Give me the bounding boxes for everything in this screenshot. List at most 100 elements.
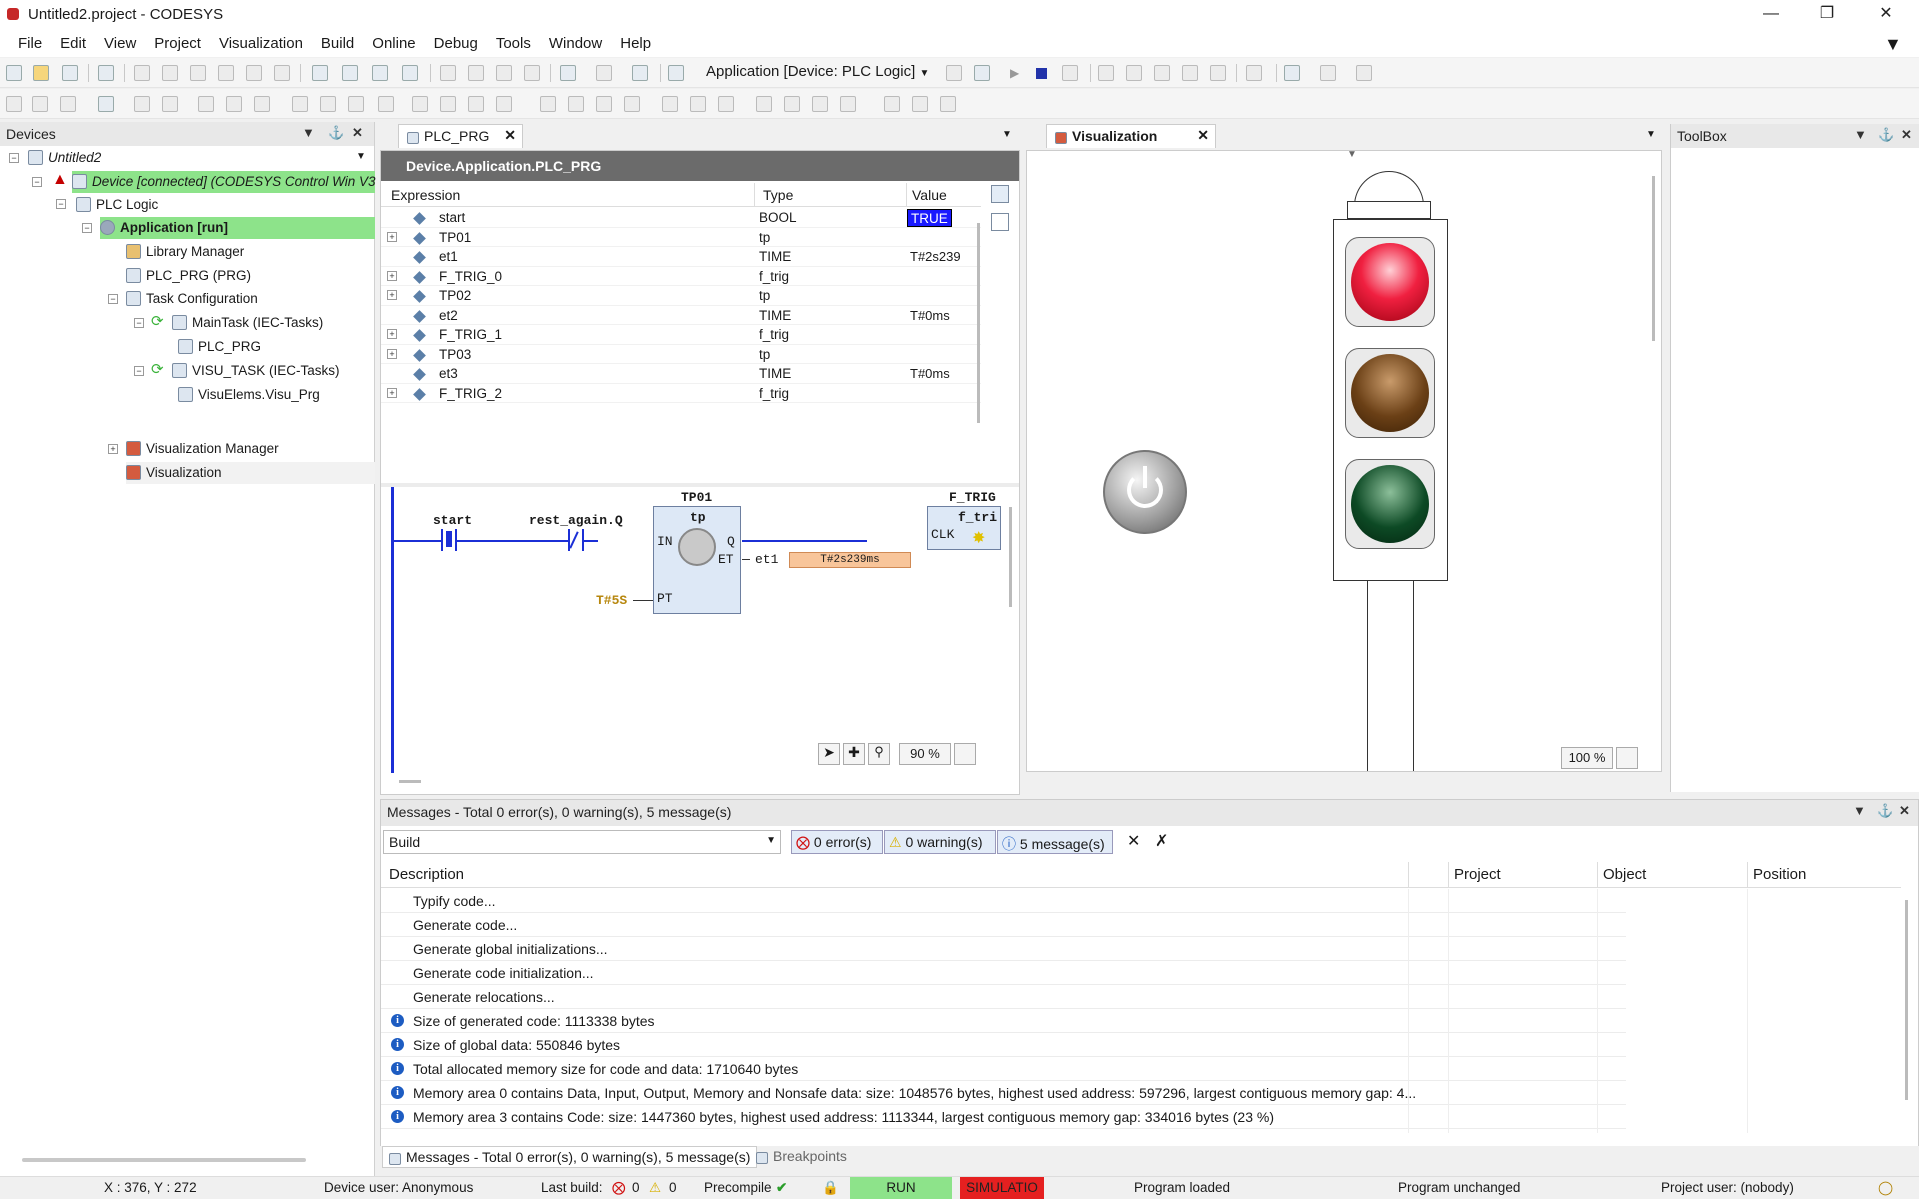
step-into-icon[interactable] (1126, 65, 1142, 81)
watch-row[interactable]: + TP03 tp (381, 345, 981, 364)
replace-in-project-icon[interactable] (402, 65, 418, 81)
message-row[interactable]: i Size of global data: 550846 bytes (381, 1033, 1748, 1057)
bookmark-next-icon[interactable] (468, 65, 484, 81)
filter-icon[interactable]: ▼ (1884, 34, 1902, 55)
collapse-icon[interactable]: − (134, 366, 144, 376)
new-file-icon[interactable] (6, 65, 22, 81)
distribute-v3-icon[interactable] (596, 96, 612, 112)
tab-plc-prg[interactable]: PLC_PRG ✕ (398, 124, 523, 148)
replace-icon[interactable] (342, 65, 358, 81)
panel-dropdown-icon[interactable]: ▼ (1853, 803, 1866, 818)
multicycle-icon[interactable] (1356, 65, 1372, 81)
visu-ungroup-icon[interactable] (162, 96, 178, 112)
to-front-icon[interactable] (756, 96, 772, 112)
panel-dropdown-icon[interactable]: ▼ (1854, 127, 1867, 142)
bookmark-prev-icon[interactable] (496, 65, 512, 81)
col-type[interactable]: Type (763, 187, 793, 203)
tree-item-visualization[interactable]: Visualization (126, 462, 375, 484)
expand-icon[interactable]: + (387, 231, 397, 242)
watch-row[interactable]: et3 TIME T#0ms (381, 364, 981, 384)
grid-vscrollbar[interactable] (977, 223, 980, 423)
col-description[interactable]: Description (389, 866, 464, 883)
tab-breakpoints[interactable]: Breakpoints (750, 1146, 853, 1168)
pin-icon[interactable]: ⚓ (1877, 803, 1893, 819)
contact-start[interactable] (441, 529, 457, 551)
menu-build[interactable]: Build (312, 31, 363, 52)
distribute-h2-icon[interactable] (440, 96, 456, 112)
menu-edit[interactable]: Edit (51, 31, 95, 52)
frame2-icon[interactable] (912, 96, 928, 112)
expand-icon[interactable]: + (108, 444, 118, 454)
menu-file[interactable]: File (9, 31, 51, 52)
visu-zoom-fit-icon[interactable] (1616, 747, 1638, 769)
value-cell[interactable]: T#0ms (910, 364, 950, 384)
force-values-icon[interactable] (1284, 65, 1300, 81)
tree-item-application[interactable]: Application [run] (100, 217, 375, 239)
contact-rest-again[interactable] (568, 529, 584, 551)
visu-group-icon[interactable] (134, 96, 150, 112)
tree-item-task-configuration[interactable]: Task Configuration (126, 288, 258, 310)
tree-item-maintask[interactable]: MainTask (IEC-Tasks) (172, 312, 323, 334)
expand-icon[interactable]: + (387, 348, 397, 359)
filter-warnings-button[interactable]: ⚠ 0 warning(s) (884, 830, 996, 854)
save-icon[interactable] (62, 65, 78, 81)
message-row[interactable]: Generate code initialization... (381, 961, 1748, 985)
message-row[interactable]: Generate global initializations... (381, 937, 1748, 961)
message-row[interactable]: Generate relocations... (381, 985, 1748, 1009)
bookmark-icon[interactable] (440, 65, 456, 81)
frame-icon[interactable] (884, 96, 900, 112)
visu-tool-3-icon[interactable] (60, 96, 76, 112)
app-select-icon[interactable] (668, 65, 684, 81)
watch-row[interactable]: + F_TRIG_1 f_trig (381, 325, 981, 345)
visu-tool-4-icon[interactable] (98, 96, 114, 112)
ftrig-function-block[interactable]: f_tri CLK ✸ (927, 506, 1001, 550)
menu-view[interactable]: View (95, 31, 145, 52)
tp-function-block[interactable]: tp IN Q ET PT (653, 506, 741, 614)
precompile-status[interactable]: Precompile (704, 1177, 772, 1199)
cut-icon[interactable] (190, 65, 206, 81)
tree-item-library-manager[interactable]: Library Manager (126, 241, 244, 263)
same-width-icon[interactable] (662, 96, 678, 112)
lock-icon[interactable]: 🔒 (822, 1177, 839, 1199)
clear-messages-icon[interactable]: ✕ (1127, 831, 1140, 851)
editor-tabs-dropdown-icon[interactable]: ▼ (1002, 129, 1012, 140)
menu-window[interactable]: Window (540, 31, 611, 52)
close-panel-icon[interactable]: ✕ (1901, 127, 1912, 143)
visu-tool-1-icon[interactable] (6, 96, 22, 112)
align-center-icon[interactable] (226, 96, 242, 112)
zoom-icon[interactable]: ⚲ (868, 743, 890, 765)
menu-project[interactable]: Project (145, 31, 210, 52)
ladder-hscrollbar[interactable] (399, 780, 421, 783)
find-in-project-icon[interactable] (372, 65, 388, 81)
collapse-icon[interactable]: − (108, 294, 118, 304)
pointer-icon[interactable]: ➤ (818, 743, 840, 765)
align-size-icon[interactable] (378, 96, 394, 112)
expand-icon[interactable]: + (387, 290, 397, 300)
undo-icon[interactable] (134, 65, 150, 81)
paste-icon[interactable] (246, 65, 262, 81)
messages-vscrollbar[interactable] (1905, 900, 1908, 1100)
visu-vscrollbar[interactable] (1652, 176, 1655, 341)
to-back-icon[interactable] (784, 96, 800, 112)
align-middle-icon[interactable] (320, 96, 336, 112)
tree-item-project[interactable]: Untitled2 (28, 147, 101, 169)
move-icon[interactable]: ✚ (843, 743, 865, 765)
message-source-select[interactable]: Build ▼ (383, 830, 781, 854)
start-icon[interactable]: ▶ (1010, 66, 1019, 80)
copy-icon[interactable] (218, 65, 234, 81)
zoom-fit-icon[interactable] (954, 743, 976, 765)
collapse-icon[interactable]: − (134, 318, 144, 328)
tree-item-visu-task[interactable]: VISU_TASK (IEC-Tasks) (172, 360, 340, 382)
col-value[interactable]: Value (912, 187, 947, 203)
login-icon[interactable] (946, 65, 962, 81)
write-values-icon[interactable] (1246, 65, 1262, 81)
find-icon[interactable] (312, 65, 328, 81)
forward-icon[interactable] (812, 96, 828, 112)
print-icon[interactable] (98, 65, 114, 81)
collapse-arrow-icon[interactable]: ▼ (1347, 151, 1357, 160)
distribute-v2-icon[interactable] (568, 96, 584, 112)
step-out-icon[interactable] (1154, 65, 1170, 81)
frame3-icon[interactable] (940, 96, 956, 112)
set-next-icon[interactable] (1210, 65, 1226, 81)
tree-item-visualization-manager[interactable]: Visualization Manager (126, 438, 279, 460)
